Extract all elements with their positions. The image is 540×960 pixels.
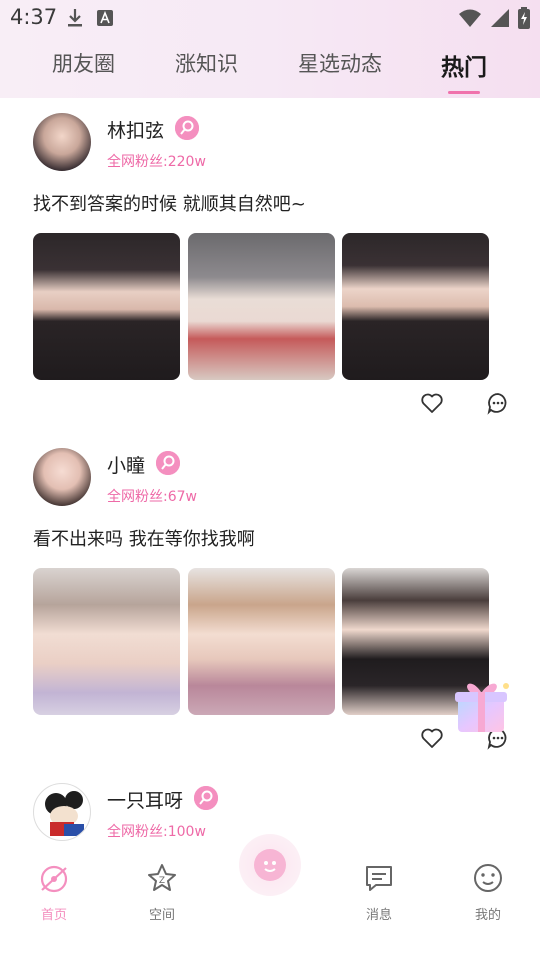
- post-photo[interactable]: [188, 233, 335, 380]
- signal-icon: [490, 8, 510, 32]
- download-icon: [66, 8, 84, 32]
- verified-badge-icon: [194, 786, 218, 810]
- wifi-icon: [458, 8, 482, 32]
- verified-badge-icon: [175, 116, 199, 140]
- fan-count: 全网粉丝:100w: [107, 824, 206, 840]
- post-photo[interactable]: [33, 568, 180, 715]
- tab-hot[interactable]: 热门: [441, 48, 487, 82]
- post-caption: 找不到答案的时候 就顺其自然吧~: [33, 194, 306, 215]
- active-tab-indicator: [448, 91, 480, 94]
- tab-knowledge[interactable]: 涨知识: [175, 48, 238, 78]
- header: 4:37 朋友圈 涨知识 星选动态 热门: [0, 0, 540, 98]
- nav-profile-label: 我的: [474, 908, 501, 923]
- nav-home-label: 首页: [40, 908, 67, 923]
- battery-icon: [518, 7, 530, 33]
- avatar[interactable]: [33, 783, 91, 841]
- tab-bar: 朋友圈 涨知识 星选动态 热门: [0, 48, 540, 94]
- author-name[interactable]: 一只耳呀: [107, 786, 183, 813]
- tab-star-feed[interactable]: 星选动态: [298, 48, 382, 78]
- bottom-nav: 首页 Z 空间 消息 我的: [0, 834, 540, 960]
- verified-badge-icon: [156, 451, 180, 475]
- home-icon: [38, 862, 70, 898]
- profile-icon: [472, 862, 504, 898]
- like-heart-icon[interactable]: [420, 726, 444, 750]
- post-caption: 看不出来吗 我在等你找我啊: [33, 529, 255, 550]
- status-bar: 4:37: [0, 0, 540, 36]
- author-name[interactable]: 林扣弦: [107, 116, 164, 143]
- fan-count: 全网粉丝:67w: [107, 489, 197, 505]
- floating-gift-icon[interactable]: [448, 672, 518, 742]
- avatar[interactable]: [33, 113, 91, 171]
- status-left-icons: [66, 8, 114, 32]
- post-photo[interactable]: [342, 233, 489, 380]
- post-photo[interactable]: [188, 568, 335, 715]
- svg-text:Z: Z: [159, 876, 165, 886]
- center-face-icon: [254, 849, 286, 881]
- nav-space-label: 空间: [148, 908, 175, 923]
- post-photo[interactable]: [33, 233, 180, 380]
- avatar[interactable]: [33, 448, 91, 506]
- center-action-button[interactable]: [239, 834, 301, 896]
- fan-count: 全网粉丝:220w: [107, 154, 206, 170]
- comment-icon[interactable]: [486, 391, 510, 415]
- status-time: 4:37: [10, 5, 58, 29]
- author-name[interactable]: 小瞳: [107, 451, 145, 478]
- star-icon: Z: [146, 862, 178, 898]
- like-heart-icon[interactable]: [420, 391, 444, 415]
- status-right-icons: [458, 7, 530, 33]
- a-notification-icon: [96, 9, 114, 31]
- message-icon: [363, 862, 395, 898]
- tab-friends-circle[interactable]: 朋友圈: [52, 48, 115, 78]
- nav-messages-label: 消息: [365, 908, 392, 923]
